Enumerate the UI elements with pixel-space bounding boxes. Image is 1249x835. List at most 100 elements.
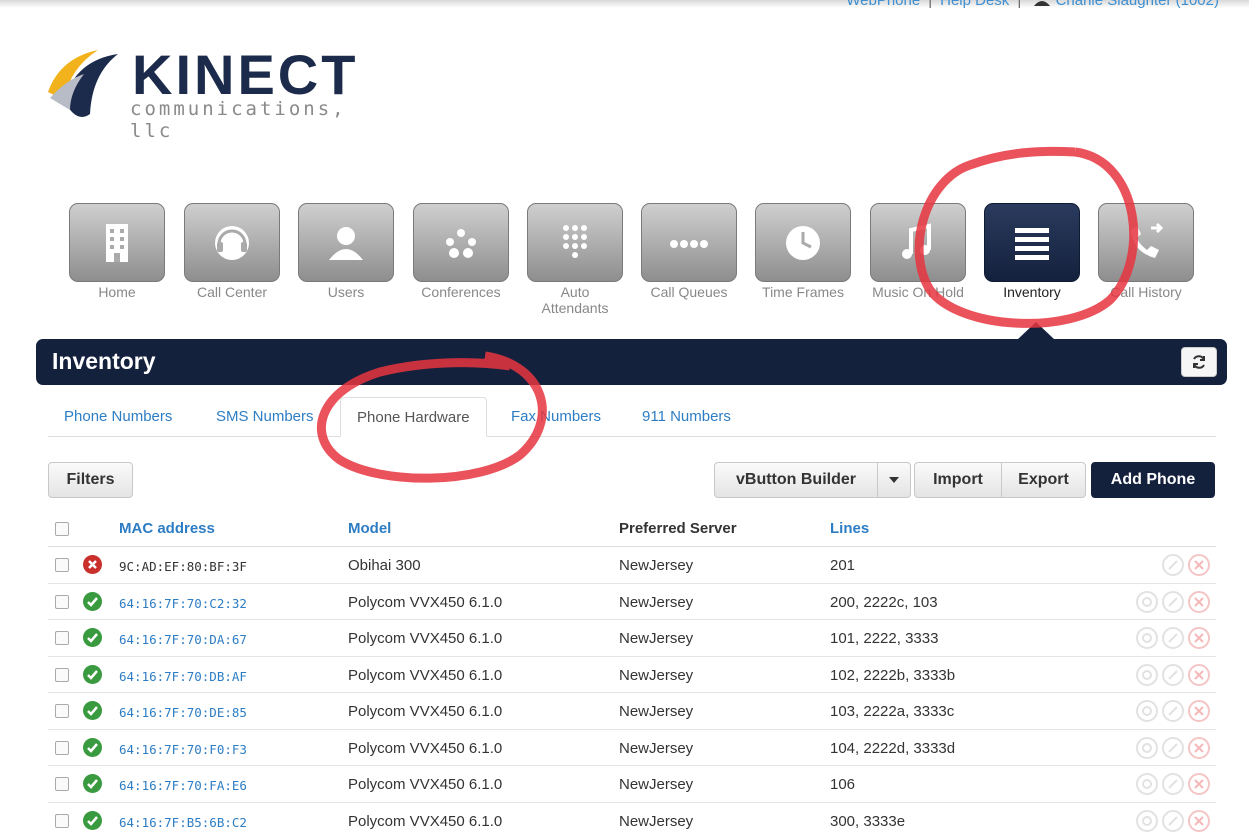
nav-label: Inventory [1003,284,1061,300]
user-menu-link[interactable]: Charlie Slaughter (1002) [1056,0,1219,9]
gear-icon[interactable] [1136,773,1158,795]
row-checkbox[interactable] [55,777,69,791]
vbutton-dropdown-button[interactable] [877,462,911,498]
tab-phone-hardware[interactable]: Phone Hardware [340,397,487,437]
delete-icon[interactable] [1188,663,1210,686]
mac-address[interactable]: 64:16:7F:70:FA:E6 [119,778,247,793]
header-lines[interactable]: Lines [830,520,869,537]
delete-icon[interactable] [1188,809,1210,832]
row-checkbox[interactable] [55,631,69,645]
user-icon [329,226,363,260]
nav-music-on-hold[interactable]: Music On Hold [870,203,966,300]
chevron-down-icon [889,476,899,483]
nav-inventory[interactable]: Inventory [984,203,1080,300]
check-icon [83,701,102,720]
company-logo[interactable]: KINECT communications, llc [40,40,400,142]
nav-conferences[interactable]: Conferences [413,203,509,300]
separator: | [1017,0,1022,9]
row-checkbox[interactable] [55,740,69,755]
edit-icon[interactable] [1162,700,1184,722]
table-row: 64:16:7F:B5:6B:C2 Polycom VVX450 6.1.0 New… [48,803,1216,835]
nav-home[interactable]: Home [69,203,165,300]
import-button[interactable]: Import [914,462,1002,498]
mac-address: 9C:AD:EF:80:BF:3F [119,559,247,574]
tab-911-numbers[interactable]: 911 Numbers [626,397,747,437]
row-checkbox[interactable] [55,813,69,828]
mac-address[interactable]: 64:16:7F:70:F0:F3 [119,742,247,757]
server-cell: NewJersey [619,703,694,720]
nav-call-center[interactable]: Call Center [184,203,280,300]
delete-icon[interactable] [1188,627,1210,649]
server-cell: NewJersey [619,593,694,611]
check-icon [83,591,102,611]
refresh-button[interactable] [1181,347,1217,377]
row-checkbox[interactable] [55,667,69,682]
keypad-icon [563,224,587,258]
gear-icon[interactable] [1136,809,1158,832]
nav-label: Auto Attendants [541,284,609,316]
logo-subtitle: communications, llc [130,98,347,142]
mac-address[interactable]: 64:16:7F:70:C2:32 [119,596,247,611]
nav-label: Music On Hold [872,284,964,300]
nav-auto-attendants[interactable]: Auto Attendants [527,203,623,316]
nav-call-history[interactable]: Call History [1098,203,1194,300]
row-checkbox[interactable] [55,704,69,718]
delete-icon[interactable] [1188,773,1210,795]
nav-time-frames[interactable]: Time Frames [755,203,851,300]
edit-icon[interactable] [1162,736,1184,759]
list-icon [1015,227,1049,260]
edit-icon[interactable] [1162,627,1184,649]
mac-address[interactable]: 64:16:7F:B5:6B:C2 [119,815,247,830]
select-all-checkbox[interactable] [55,522,69,536]
helpdesk-link[interactable]: Help Desk [940,0,1009,9]
edit-icon[interactable] [1162,590,1184,613]
headset-icon [215,225,249,260]
header-model[interactable]: Model [348,520,391,537]
row-actions [1136,663,1210,686]
filters-button[interactable]: Filters [48,462,133,498]
edit-icon[interactable] [1162,809,1184,832]
tab-fax-numbers[interactable]: Fax Numbers [495,397,617,437]
lines-cell: 102, 2222b, 3333b [830,666,956,684]
nav-call-queues[interactable]: Call Queues [641,203,737,300]
dots-icon [446,228,476,258]
table-row: 64:16:7F:70:DE:85 Polycom VVX450 6.1.0 New… [48,693,1216,730]
server-cell: NewJersey [619,666,694,684]
header-mac[interactable]: MAC address [119,520,215,537]
mac-address[interactable]: 64:16:7F:70:DA:67 [119,632,247,647]
mac-address[interactable]: 64:16:7F:70:DB:AF [119,669,247,684]
section-header: Inventory [36,339,1227,385]
user-icon [1034,1,1051,6]
webphone-link[interactable]: WebPhone [846,0,920,9]
phone-history-icon [1131,222,1164,258]
delete-icon[interactable] [1188,590,1210,613]
gear-icon[interactable] [1136,700,1158,722]
mac-address[interactable]: 64:16:7F:70:DE:85 [119,705,247,720]
edit-icon[interactable] [1162,554,1184,576]
gear-icon[interactable] [1136,590,1158,613]
tab-sms-numbers[interactable]: SMS Numbers [200,397,330,437]
tab-phone-numbers[interactable]: Phone Numbers [48,397,188,437]
row-checkbox[interactable] [55,594,69,609]
row-actions [1136,554,1210,576]
row-checkbox[interactable] [55,558,69,572]
table-row: 64:16:7F:70:FA:E6 Polycom VVX450 6.1.0 New… [48,766,1216,803]
add-phone-button[interactable]: Add Phone [1091,462,1215,498]
delete-icon[interactable] [1188,554,1210,576]
gear-icon[interactable] [1136,736,1158,759]
vbutton-builder-button[interactable]: vButton Builder [714,462,878,498]
export-button[interactable]: Export [1001,462,1086,498]
delete-icon[interactable] [1188,736,1210,759]
model-cell: Obihai 300 [348,557,421,574]
table-row: 9C:AD:EF:80:BF:3F Obihai 300 NewJersey 201 [48,547,1216,584]
lines-cell: 106 [830,776,856,793]
delete-icon[interactable] [1188,700,1210,722]
nav-users[interactable]: Users [298,203,394,300]
edit-icon[interactable] [1162,663,1184,686]
table-row: 64:16:7F:70:C2:32 Polycom VVX450 6.1.0 New… [48,584,1216,620]
gear-icon[interactable] [1136,663,1158,686]
model-cell: Polycom VVX450 6.1.0 [348,776,503,793]
gear-icon[interactable] [1136,627,1158,649]
edit-icon[interactable] [1162,773,1184,795]
nav-label: Call History [1110,284,1182,300]
